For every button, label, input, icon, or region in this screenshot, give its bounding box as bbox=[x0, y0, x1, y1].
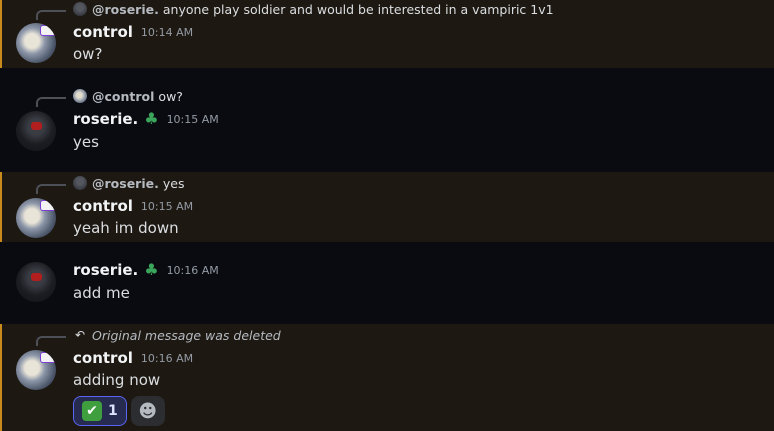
message-header: roserie. ♣ 10:16 AM bbox=[73, 261, 219, 279]
reply-preview[interactable]: @roserie. anyone play soldier and would … bbox=[73, 0, 554, 18]
username[interactable]: control bbox=[73, 197, 133, 215]
message-content: yeah im down bbox=[73, 219, 179, 237]
reply-preview: ↶ Original message was deleted bbox=[73, 326, 281, 344]
username[interactable]: roserie. bbox=[73, 261, 138, 279]
reply-arrow-icon: ↶ bbox=[74, 328, 86, 342]
reply-connector bbox=[36, 97, 66, 107]
reply-username[interactable]: @control bbox=[92, 89, 154, 104]
message-header: roserie. ♣ 10:15 AM bbox=[73, 110, 219, 128]
message-content: adding now bbox=[73, 371, 161, 389]
message-header: control 10:16 AM bbox=[73, 349, 193, 367]
message-item[interactable]: @roserie. yes control 10:15 AM yeah im d… bbox=[0, 172, 774, 242]
avatar[interactable] bbox=[16, 23, 56, 63]
reply-username[interactable]: @roserie. bbox=[92, 2, 159, 17]
message-content: ow? bbox=[73, 45, 103, 63]
reply-connector bbox=[36, 184, 66, 194]
reactions-bar: ✔ 1 ☻ bbox=[73, 396, 165, 426]
reply-deleted-text: Original message was deleted bbox=[92, 327, 281, 343]
avatar[interactable] bbox=[16, 350, 56, 390]
message-header: control 10:15 AM bbox=[73, 197, 193, 215]
reply-username[interactable]: @roserie. bbox=[92, 176, 159, 191]
message-content: yes bbox=[73, 133, 99, 151]
reply-connector bbox=[36, 336, 66, 346]
message-item[interactable]: @roserie. anyone play soldier and would … bbox=[0, 0, 774, 68]
smiley-icon: ☻ bbox=[138, 400, 158, 422]
timestamp: 10:16 AM bbox=[140, 351, 194, 365]
message-item[interactable]: ↶ Original message was deleted control 1… bbox=[0, 324, 774, 431]
reply-connector bbox=[36, 10, 66, 20]
timestamp: 10:14 AM bbox=[140, 25, 194, 39]
avatar[interactable] bbox=[16, 262, 56, 302]
timestamp: 10:15 AM bbox=[140, 199, 194, 213]
username[interactable]: control bbox=[73, 349, 133, 367]
username[interactable]: roserie. bbox=[73, 110, 138, 128]
message-item[interactable]: @control ow? roserie. ♣ 10:15 AM yes bbox=[0, 68, 774, 172]
username[interactable]: control bbox=[73, 23, 133, 41]
message-item[interactable]: roserie. ♣ 10:16 AM add me bbox=[0, 242, 774, 324]
reply-text: anyone play soldier and would be interes… bbox=[162, 1, 554, 17]
reply-avatar bbox=[73, 176, 87, 190]
message-header: control 10:14 AM bbox=[73, 23, 193, 41]
message-content: add me bbox=[73, 284, 130, 302]
chat-messages: @roserie. anyone play soldier and would … bbox=[0, 0, 774, 431]
timestamp: 10:15 AM bbox=[166, 112, 219, 126]
clover-icon: ♣ bbox=[144, 260, 159, 279]
reaction-count: 1 bbox=[108, 403, 118, 419]
reply-preview[interactable]: @roserie. yes bbox=[73, 174, 184, 192]
clover-icon: ♣ bbox=[144, 109, 159, 128]
reaction-button[interactable]: ✔ 1 bbox=[73, 396, 127, 426]
avatar[interactable] bbox=[16, 111, 56, 151]
timestamp: 10:16 AM bbox=[166, 263, 219, 277]
reply-text: ow? bbox=[158, 88, 183, 104]
reply-text: yes bbox=[162, 175, 185, 191]
reply-avatar bbox=[73, 89, 87, 103]
add-reaction-button[interactable]: ☻ bbox=[130, 396, 165, 426]
avatar[interactable] bbox=[16, 198, 56, 238]
reply-avatar bbox=[73, 2, 87, 16]
reply-preview[interactable]: @control ow? bbox=[73, 87, 183, 105]
white-check-mark-icon: ✔ bbox=[82, 401, 102, 421]
